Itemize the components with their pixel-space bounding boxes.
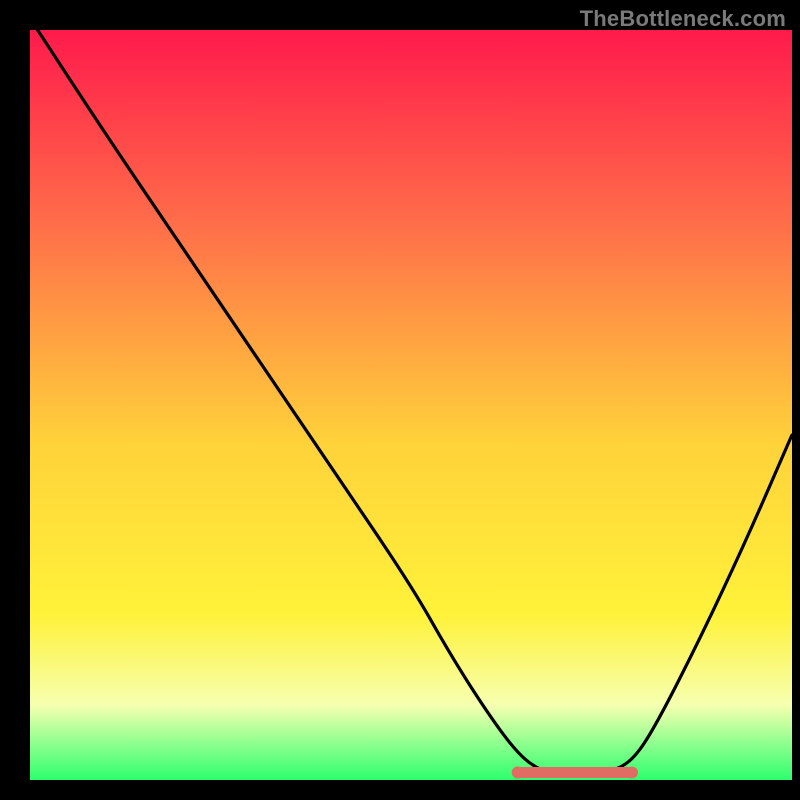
plot-background <box>30 30 792 780</box>
chart-stage: TheBottleneck.com <box>0 0 800 800</box>
valley-end-dot <box>626 767 638 779</box>
watermark: TheBottleneck.com <box>580 6 786 32</box>
valley-end-dot <box>512 767 524 779</box>
bottleneck-chart <box>0 0 800 800</box>
